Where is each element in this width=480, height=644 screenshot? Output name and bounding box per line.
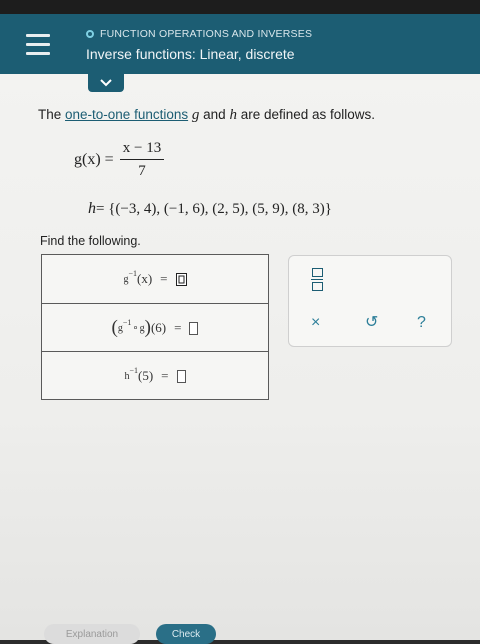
answer-input-3[interactable]	[176, 369, 186, 383]
equals-sign: =	[160, 271, 168, 286]
clear-button[interactable]: ×	[311, 314, 320, 332]
expr-sup: −1	[128, 268, 137, 278]
expr-sup: −1	[122, 317, 132, 327]
prompt-prefix: The	[38, 107, 66, 122]
h-set: = {(−3, 4), (−1, 6), (2, 5), (5, 9), (8,…	[96, 201, 332, 217]
chevron-down-icon	[100, 79, 112, 87]
answer-input-2[interactable]	[189, 321, 199, 335]
h-definition: h= {(−3, 4), (−1, 6), (2, 5), (5, 9), (8…	[88, 200, 332, 218]
progress-circle-icon	[86, 30, 94, 38]
check-button[interactable]: Check	[156, 624, 216, 644]
question-row-1: g −1 (x) =	[42, 255, 268, 303]
content-area: The one-to-one functions g and h are def…	[0, 74, 480, 644]
lesson-title: Inverse functions: Linear, discrete	[86, 46, 295, 62]
question-row-3: h −1 (5) =	[42, 351, 268, 400]
g-lhs: g(x) =	[74, 151, 114, 168]
g-fraction: x − 13 7	[120, 140, 164, 180]
expr-h-inverse: h −1 (5)	[124, 365, 154, 384]
question-row-2: (g −1 ∘ g) (6) =	[42, 303, 268, 352]
expr-arg: (5)	[138, 368, 154, 383]
one-to-one-link[interactable]: one-to-one functions	[65, 107, 188, 122]
answer-input-1[interactable]	[175, 272, 187, 286]
topic-text: FUNCTION OPERATIONS AND INVERSES	[100, 28, 313, 40]
undo-button[interactable]: ↺	[365, 312, 378, 332]
math-keypad: × ↺ ?	[288, 255, 452, 347]
equals-sign: =	[174, 320, 182, 335]
compose-operator: ∘	[132, 322, 139, 334]
explanation-button[interactable]: Explanation	[44, 624, 140, 644]
g-denominator: 7	[138, 163, 146, 179]
collapse-tab[interactable]	[88, 74, 124, 92]
g-numerator: x − 13	[120, 140, 164, 160]
expr-sup: −1	[129, 365, 138, 375]
var-h: h	[229, 107, 237, 123]
expr-arg: (6)	[150, 320, 167, 335]
header-bar: FUNCTION OPERATIONS AND INVERSES Inverse…	[0, 14, 480, 74]
fraction-icon-denominator	[311, 282, 323, 291]
question-table: g −1 (x) = (g −1 ∘ g) (6) = h −1 (5) =	[41, 254, 269, 400]
help-button[interactable]: ?	[417, 314, 426, 332]
problem-prompt: The one-to-one functions g and h are def…	[38, 107, 375, 124]
find-label: Find the following.	[40, 234, 141, 248]
menu-icon[interactable]	[26, 34, 50, 56]
prompt-and: and	[203, 107, 226, 122]
fraction-icon-bar	[311, 279, 323, 280]
top-strip	[0, 0, 480, 14]
var-g: g	[191, 107, 200, 123]
h-lhs: h	[88, 200, 96, 217]
expr-g-inverse: g −1 (x)	[123, 268, 153, 287]
expr-composition: (g −1 ∘ g) (6)	[112, 317, 167, 339]
expr-arg: (x)	[137, 271, 153, 286]
equals-sign: =	[161, 368, 169, 383]
fraction-icon-numerator	[311, 268, 323, 277]
prompt-suffix: are defined as follows.	[240, 107, 376, 122]
fraction-button[interactable]	[309, 268, 325, 292]
topic-label: FUNCTION OPERATIONS AND INVERSES	[86, 28, 312, 40]
